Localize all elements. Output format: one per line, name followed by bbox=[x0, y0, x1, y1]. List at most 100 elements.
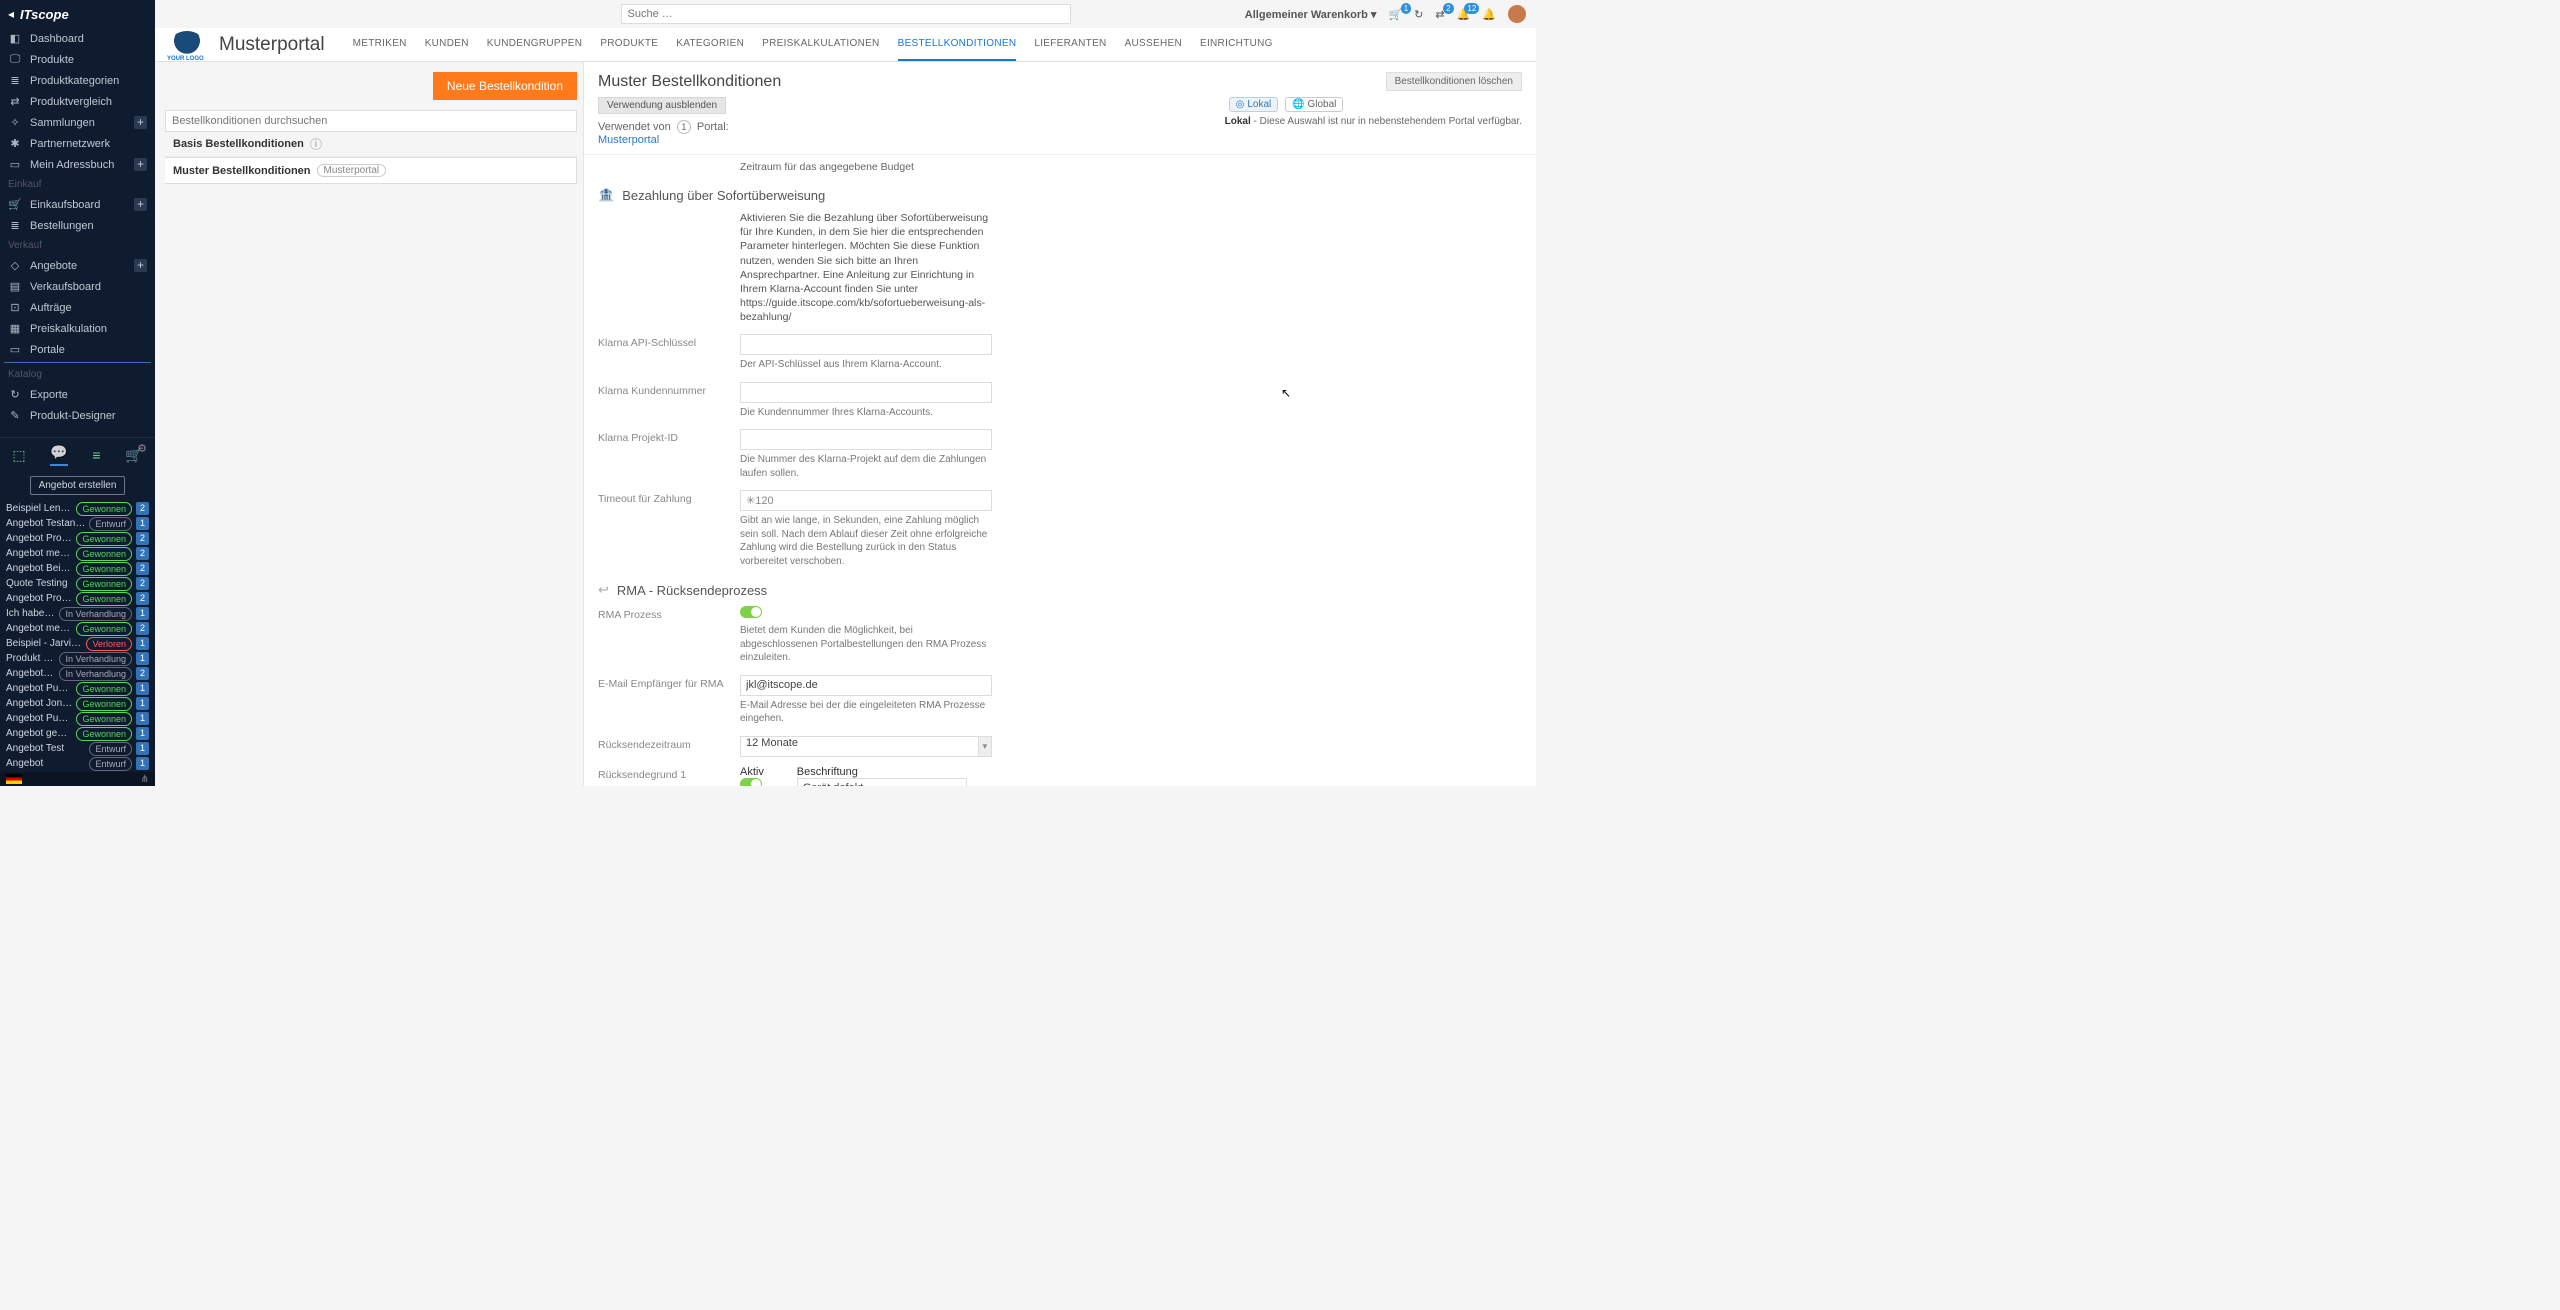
nav-exporte[interactable]: ↻Exporte bbox=[0, 384, 155, 405]
nav-angebote[interactable]: ◇Angebote+ bbox=[0, 255, 155, 276]
nav-vergleich[interactable]: ⇄Produktvergleich bbox=[0, 91, 155, 112]
plus-icon[interactable]: + bbox=[134, 198, 147, 211]
tasks-icon: ⊡ bbox=[8, 301, 22, 314]
offer-list-item[interactable]: Angebot Jonas Punch…Gewonnen1 bbox=[0, 696, 155, 711]
condition-row-muster[interactable]: Muster Bestellkonditionen Musterportal bbox=[165, 157, 577, 184]
nav-bestellungen[interactable]: ≣Bestellungen bbox=[0, 215, 155, 236]
create-offer-button[interactable]: Angebot erstellen bbox=[30, 476, 126, 495]
offer-list-item[interactable]: Angebotsworkfl…In Verhandlung2 bbox=[0, 666, 155, 681]
count-badge: 2 bbox=[136, 562, 149, 575]
offer-list-item[interactable]: Angebot Punchout O…Gewonnen1 bbox=[0, 681, 155, 696]
avatar[interactable] bbox=[1508, 5, 1526, 23]
nav-label: Bestellungen bbox=[30, 220, 94, 232]
nav-kategorien[interactable]: ≣Produktkategorien bbox=[0, 70, 155, 91]
nav-preiskalk[interactable]: ▦Preiskalkulation bbox=[0, 318, 155, 339]
box-icon[interactable]: ⬚ bbox=[12, 447, 25, 464]
cart-icon[interactable]: 🛒1 bbox=[1388, 8, 1402, 21]
offer-list-item[interactable]: Angebot Punchout - …Gewonnen1 bbox=[0, 711, 155, 726]
hide-usage-button[interactable]: Verwendung ausblenden bbox=[598, 97, 726, 114]
nav-label: Portale bbox=[30, 344, 65, 356]
flag-de-icon[interactable] bbox=[6, 774, 22, 784]
plus-icon[interactable]: + bbox=[134, 116, 147, 129]
chat-icon[interactable]: 💬 bbox=[50, 444, 67, 466]
nav-dashboard[interactable]: ◧Dashboard bbox=[0, 28, 155, 49]
label-klarna-kn: Klarna Kundennummer bbox=[598, 382, 740, 397]
condition-search-input[interactable] bbox=[165, 110, 577, 132]
timeout-input[interactable] bbox=[740, 490, 992, 511]
offer-list-item[interactable]: Angebot mehrere E…Gewonnen2 bbox=[0, 621, 155, 636]
plus-icon[interactable]: + bbox=[134, 259, 147, 272]
tab-bestellkonditionen[interactable]: BESTELLKONDITIONEN bbox=[898, 28, 1017, 61]
condition-label: Muster Bestellkonditionen bbox=[173, 165, 311, 177]
bank-icon: 🏦 bbox=[598, 187, 614, 203]
rma-mail-input[interactable] bbox=[740, 675, 992, 696]
new-condition-button[interactable]: Neue Bestellkondition bbox=[433, 72, 577, 100]
tab-produkte[interactable]: PRODUKTE bbox=[600, 28, 658, 61]
scope-local-chip[interactable]: ◎ Lokal bbox=[1229, 97, 1279, 112]
tab-aussehen[interactable]: AUSSEHEN bbox=[1125, 28, 1182, 61]
cart-selector[interactable]: Allgemeiner Warenkorb ▾ bbox=[1245, 8, 1377, 21]
nav-sammlungen[interactable]: ✧Sammlungen+ bbox=[0, 112, 155, 133]
nav-label: Produkt-Designer bbox=[30, 410, 116, 422]
tab-einrichtung[interactable]: EINRICHTUNG bbox=[1200, 28, 1273, 61]
plus-icon[interactable]: + bbox=[134, 158, 147, 171]
reason1-toggle[interactable] bbox=[740, 778, 762, 786]
nav-verkaufsboard[interactable]: ▤Verkaufsboard bbox=[0, 276, 155, 297]
collections-icon: ✧ bbox=[8, 116, 22, 129]
count-badge: 2 bbox=[136, 577, 149, 590]
share-icon[interactable]: ⋔ bbox=[141, 774, 149, 785]
rma-toggle[interactable] bbox=[740, 606, 762, 618]
offer-list-item[interactable]: Beispiel Lenovo Thin…Gewonnen2 bbox=[0, 501, 155, 516]
nav-einkaufsboard[interactable]: 🛒Einkaufsboard+ bbox=[0, 194, 155, 215]
offer-list-item[interactable]: AngebotEntwurf1 bbox=[0, 756, 155, 771]
klarna-api-input[interactable] bbox=[740, 334, 992, 355]
portals-icon: ▭ bbox=[8, 343, 22, 356]
nav-produkte[interactable]: 🖵Produkte bbox=[0, 49, 155, 70]
swap-icon[interactable]: ⇄2 bbox=[1435, 8, 1444, 21]
bars-icon[interactable]: ≡ bbox=[92, 447, 100, 463]
nav-auftraege[interactable]: ⊡Aufträge bbox=[0, 297, 155, 318]
tab-kunden[interactable]: KUNDEN bbox=[425, 28, 469, 61]
offer-list-item[interactable]: Quote TestingGewonnen2 bbox=[0, 576, 155, 591]
bell-icon[interactable]: 🔔12 bbox=[1457, 8, 1471, 21]
nav-partner[interactable]: ✱Partnernetzwerk bbox=[0, 133, 155, 154]
global-search-input[interactable] bbox=[621, 4, 1071, 24]
tab-lieferanten[interactable]: LIEFERANTEN bbox=[1034, 28, 1106, 61]
back-icon[interactable]: ◂ bbox=[8, 7, 14, 21]
offer-list-item[interactable]: Angebot Produkt nic…Gewonnen2 bbox=[0, 531, 155, 546]
tab-preiskalkulationen[interactable]: PREISKALKULATIONEN bbox=[762, 28, 879, 61]
bottom-iconrow: ⬚ 💬 ≡ 🛒 bbox=[0, 438, 155, 472]
offer-list-item[interactable]: Angebot Produkt nic…Gewonnen2 bbox=[0, 591, 155, 606]
tab-metriken[interactable]: METRIKEN bbox=[353, 28, 407, 61]
offer-list-item[interactable]: Angebot mehrere E…Gewonnen2 bbox=[0, 546, 155, 561]
reason1-input[interactable] bbox=[797, 778, 967, 786]
offer-list-item[interactable]: Angebot TestangebotEntwurf1 bbox=[0, 516, 155, 531]
offer-list-item[interactable]: Ich habe einen L…In Verhandlung1 bbox=[0, 606, 155, 621]
offer-title: Angebotsworkfl… bbox=[6, 668, 55, 679]
info-icon[interactable]: i bbox=[310, 138, 322, 150]
count-badge: 2 bbox=[136, 592, 149, 605]
portal-link[interactable]: Musterportal bbox=[598, 134, 659, 146]
nav-portale[interactable]: ▭ Portale bbox=[0, 339, 155, 360]
tab-kundengruppen[interactable]: KUNDENGRUPPEN bbox=[487, 28, 583, 61]
condition-row-basis[interactable]: Basis Bestellkonditionen i bbox=[165, 132, 577, 157]
offer-list-item[interactable]: Angebot BeispielGewonnen2 bbox=[0, 561, 155, 576]
scope-global-chip[interactable]: 🌐 Global bbox=[1285, 97, 1343, 112]
refresh-icon[interactable]: ↻ bbox=[1414, 8, 1423, 21]
return-period-select[interactable]: 12 Monate bbox=[740, 736, 979, 757]
export-icon: ↻ bbox=[8, 388, 22, 401]
offer-list-item[interactable]: Angebot gewonnenGewonnen1 bbox=[0, 726, 155, 741]
count-badge: 2 bbox=[136, 622, 149, 635]
offer-list-item[interactable]: Beispiel - Jarvis ITVerloren1 bbox=[0, 636, 155, 651]
bell2-icon[interactable]: 🔔 bbox=[1482, 8, 1496, 21]
offer-list-item[interactable]: Angebot TestEntwurf1 bbox=[0, 741, 155, 756]
tab-kategorien[interactable]: KATEGORIEN bbox=[676, 28, 744, 61]
nav-adressbuch[interactable]: ▭Mein Adressbuch+ bbox=[0, 154, 155, 175]
nav-designer[interactable]: ✎Produkt-Designer bbox=[0, 405, 155, 426]
klarna-kn-input[interactable] bbox=[740, 382, 992, 403]
dropdown-icon[interactable]: ▾ bbox=[979, 736, 992, 757]
klarna-proj-input[interactable] bbox=[740, 429, 992, 450]
offer-list-item[interactable]: Produkt auf Anfr…In Verhandlung1 bbox=[0, 651, 155, 666]
delete-condition-button[interactable]: Bestellkonditionen löschen bbox=[1386, 72, 1522, 91]
cart-icon[interactable]: 🛒 bbox=[125, 447, 142, 464]
